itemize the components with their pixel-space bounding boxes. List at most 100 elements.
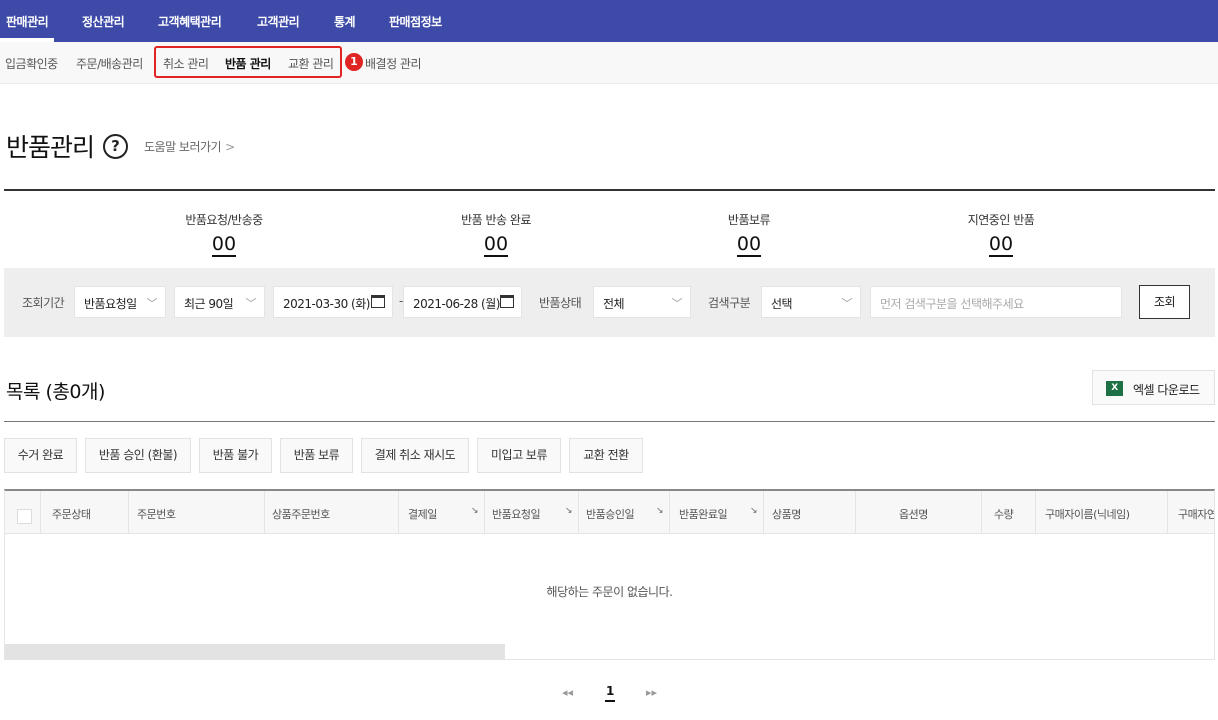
status-label: 반품상태 — [539, 296, 582, 310]
column-return-approval-date[interactable]: 반품승인일 — [586, 506, 635, 522]
column-payment-date[interactable]: 결제일 — [408, 506, 437, 522]
period-range-select[interactable]: 최근 90일 ﹀ — [174, 286, 265, 318]
nav-customer-benefit-management[interactable]: 고객혜택관리 — [158, 13, 222, 30]
date-type-select[interactable]: 반품요청일 ﹀ — [74, 286, 166, 318]
sort-icon[interactable]: ↘ — [471, 506, 479, 516]
sort-icon[interactable]: ↘ — [750, 506, 758, 516]
start-date-value: 2021-03-30 (화) — [283, 297, 370, 311]
column-divider — [763, 491, 764, 534]
column-divider — [128, 491, 129, 534]
horizontal-scrollbar[interactable] — [5, 644, 505, 659]
chevron-down-icon: ﹀ — [245, 297, 257, 310]
column-quantity: 수량 — [994, 508, 1014, 521]
chevron-down-icon: ﹀ — [841, 297, 853, 310]
summary-returned: 반품 반송 완료 00 — [416, 211, 576, 257]
search-type-value: 선택 — [771, 297, 793, 311]
help-link[interactable]: 도움말 보러가기 > — [144, 138, 235, 155]
sub-navigation: 입금확인중 주문/배송관리 취소 관리 반품 관리 교환 관리 배결정 관리 1 — [0, 42, 1218, 84]
column-divider — [1035, 491, 1036, 534]
column-divider — [578, 491, 579, 534]
calendar-icon[interactable] — [500, 295, 514, 308]
sort-icon[interactable]: ↘ — [565, 506, 573, 516]
column-divider — [40, 491, 41, 534]
return-order-table: 주문상태 주문번호 상품주문번호 결제일 ↘ 반품요청일 ↘ 반품승인일 ↘ 반… — [4, 489, 1215, 660]
pickup-complete-button[interactable]: 수거 완료 — [4, 438, 77, 473]
column-divider — [484, 491, 485, 534]
summary-delayed: 지연중인 반품 00 — [921, 211, 1081, 257]
summary-count[interactable]: 00 — [211, 234, 237, 257]
not-received-hold-button[interactable]: 미입고 보류 — [477, 438, 561, 473]
search-type-label: 검색구분 — [708, 296, 751, 310]
column-divider — [264, 491, 265, 534]
subnav-order-delivery[interactable]: 주문/배송관리 — [76, 55, 143, 72]
page-title: 반품관리 — [6, 133, 95, 162]
retry-payment-cancel-button[interactable]: 결제 취소 재시도 — [361, 438, 469, 473]
summary-label: 반품요청/반송중 — [185, 213, 263, 227]
empty-table-message: 해당하는 주문이 없습니다. — [546, 585, 673, 599]
column-divider — [981, 491, 982, 534]
summary-label: 반품보류 — [727, 213, 771, 227]
return-summary: 반품요청/반송중 00 반품 반송 완료 00 반품보류 00 지연중인 반품 … — [4, 189, 1215, 269]
column-product-order-number: 상품주문번호 — [272, 508, 330, 521]
step-badge: 1 — [345, 53, 363, 71]
chevron-down-icon: ﹀ — [146, 297, 158, 310]
approve-return-refund-button[interactable]: 반품 승인 (환불) — [85, 438, 191, 473]
nav-store-info[interactable]: 판매점정보 — [389, 13, 442, 30]
nav-sales-management[interactable]: 판매관리 — [6, 13, 49, 30]
select-all-checkbox[interactable] — [17, 509, 32, 524]
column-option-name: 옵션명 — [899, 508, 928, 521]
date-type-value: 반품요청일 — [84, 297, 137, 311]
column-divider — [669, 491, 670, 534]
column-product-name: 상품명 — [772, 508, 801, 521]
column-return-complete-date[interactable]: 반품완료일 — [679, 506, 728, 522]
summary-count[interactable]: 00 — [988, 234, 1014, 257]
table-header: 주문상태 주문번호 상품주문번호 결제일 ↘ 반품요청일 ↘ 반품승인일 ↘ 반… — [5, 491, 1215, 534]
status-select[interactable]: 전체 ﹀ — [593, 286, 691, 318]
calendar-icon[interactable] — [371, 295, 385, 308]
excel-download-button[interactable]: X 엑셀 다운로드 — [1092, 370, 1215, 405]
summary-on-hold: 반품보류 00 — [669, 211, 829, 257]
summary-label: 반품 반송 완료 — [461, 213, 531, 227]
search-type-select[interactable]: 선택 ﹀ — [761, 286, 861, 318]
subnav-decision-management[interactable]: 배결정 관리 — [365, 55, 422, 72]
summary-label: 지연중인 반품 — [967, 213, 1035, 227]
column-divider — [855, 491, 856, 534]
subnav-deposit-check[interactable]: 입금확인중 — [5, 55, 58, 72]
nav-settlement-management[interactable]: 정산관리 — [82, 13, 125, 30]
nav-statistics[interactable]: 통계 — [334, 13, 356, 30]
period-label: 조회기간 — [22, 296, 65, 310]
start-date-input[interactable]: 2021-03-30 (화) — [273, 286, 393, 318]
search-button[interactable]: 조회 — [1139, 285, 1190, 319]
help-link-label: 도움말 보러가기 — [144, 140, 222, 154]
divider — [4, 421, 1215, 422]
hold-return-button[interactable]: 반품 보류 — [280, 438, 353, 473]
search-input[interactable]: 먼저 검색구분을 선택해주세요 — [870, 286, 1122, 318]
column-buyer-contact: 구매자연 — [1178, 508, 1215, 521]
summary-requested: 반품요청/반송중 00 — [144, 211, 304, 257]
period-range-value: 최근 90일 — [184, 297, 234, 311]
column-buyer-name: 구매자이름(닉네임) — [1045, 508, 1130, 521]
list-title: 목록 (총0개) — [6, 381, 105, 403]
excel-download-label: 엑셀 다운로드 — [1133, 383, 1200, 397]
reject-return-button[interactable]: 반품 불가 — [199, 438, 272, 473]
summary-count[interactable]: 00 — [736, 234, 762, 257]
chevron-down-icon: ﹀ — [671, 297, 683, 310]
help-icon[interactable]: ? — [103, 134, 128, 159]
column-divider — [398, 491, 399, 534]
status-value: 전체 — [603, 297, 625, 311]
convert-to-exchange-button[interactable]: 교환 전환 — [569, 438, 643, 473]
nav-customer-management[interactable]: 고객관리 — [257, 13, 300, 30]
column-return-request-date[interactable]: 반품요청일 — [492, 506, 541, 522]
column-divider — [1167, 491, 1168, 534]
sort-icon[interactable]: ↘ — [656, 506, 664, 516]
top-navigation: 판매관리 정산관리 고객혜택관리 고객관리 통계 판매점정보 — [0, 0, 1218, 42]
end-date-input[interactable]: 2021-06-28 (월) — [403, 286, 522, 318]
prev-page-icon[interactable]: ◂◂ — [562, 686, 573, 699]
column-order-number: 주문번호 — [137, 508, 176, 521]
column-order-status: 주문상태 — [52, 508, 91, 521]
excel-icon: X — [1106, 381, 1123, 396]
summary-count[interactable]: 00 — [483, 234, 509, 257]
next-page-icon[interactable]: ▸▸ — [646, 686, 657, 699]
highlight-box — [154, 46, 342, 78]
page-number-current[interactable]: 1 — [605, 684, 616, 702]
